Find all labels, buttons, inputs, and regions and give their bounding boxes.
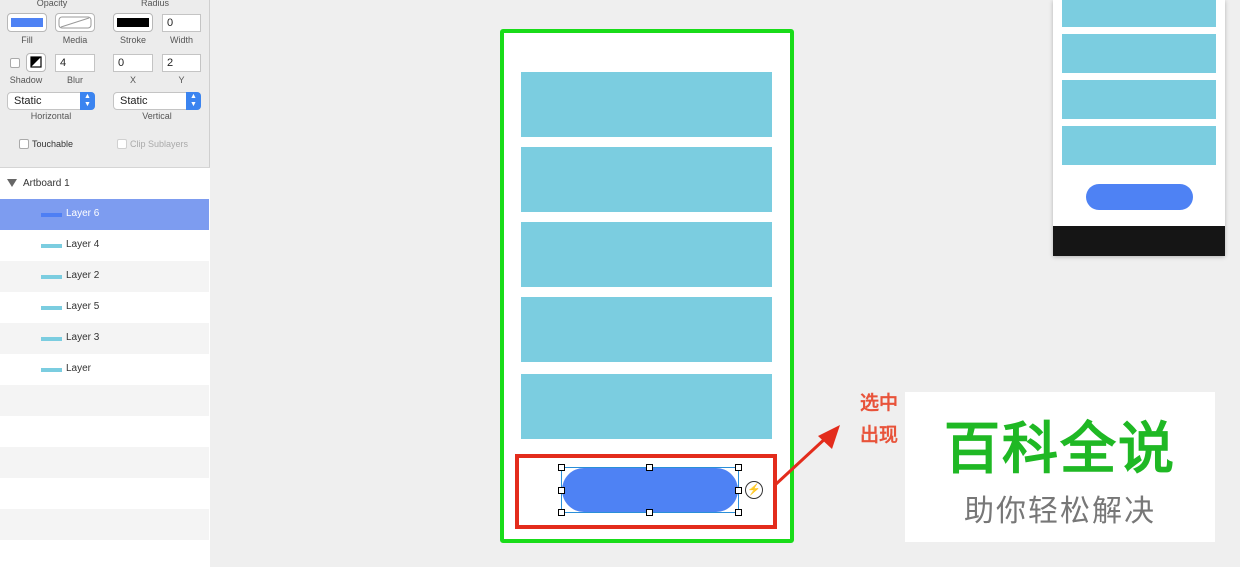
x-label: X [129,75,136,85]
clip-sublayers-label: Clip Sublayers [130,139,189,149]
inspector-panel: Opacity Radius 0 Fill Media Stroke Width… [0,0,210,567]
shadow-label: Shadow [9,75,43,85]
watermark-subtitle: 助你轻松解决 [964,494,1156,529]
shadow-checkbox[interactable] [10,58,20,68]
resize-handle[interactable] [646,464,653,471]
fill-color-icon [11,18,43,27]
empty-row [0,478,209,509]
touchable-label: Touchable [32,139,74,149]
width-label: Width [169,35,193,45]
card-layer[interactable] [521,147,772,212]
layer-shape-icon [41,337,62,341]
layer-label: Layer 4 [66,239,100,250]
blur-label: Blur [66,75,83,85]
watermark-title: 百科全说 [944,417,1176,482]
layer-label: Layer 5 [66,301,100,312]
layer-shape-icon [41,275,62,279]
layer-row[interactable]: Layer 2 [0,261,209,292]
blur-field[interactable]: 4 [55,54,95,72]
annotation-text-line1: 选中 [860,392,899,414]
layer-shape-icon [41,306,62,310]
layer-label: Layer 3 [66,332,100,343]
resize-handle[interactable] [558,509,565,516]
disclosure-triangle-icon[interactable] [7,179,17,187]
resize-handle[interactable] [735,464,742,471]
empty-row [0,509,209,540]
touchable-checkbox[interactable] [19,139,29,149]
layer-shape-icon [41,213,62,217]
card-layer[interactable] [521,374,772,439]
shadow-x-field[interactable]: 0 [113,54,153,72]
horizontal-select-value: Static [14,95,42,107]
layer-row[interactable]: Layer 3 [0,323,209,354]
layer-row[interactable]: Layer 4 [0,230,209,261]
annotation-text-line2: 出现 [860,424,899,446]
resize-handle[interactable] [735,487,742,494]
artboard[interactable]: ⚡ [500,29,794,543]
layer-label: Layer [66,363,92,374]
preview-card [1062,0,1216,27]
resize-handle[interactable] [646,509,653,516]
layer-shape-icon [41,368,62,372]
layer-label: Layer 2 [66,270,100,281]
radius-label: Radius [140,0,169,8]
highlight-box: ⚡ [515,454,777,529]
layer-label: Layer 6 [66,208,100,219]
device-preview [1053,0,1225,256]
empty-row [0,447,209,478]
horizontal-label: Horizontal [30,111,72,121]
layer-shape-icon [41,244,62,248]
layer-list: Artboard 1 Layer 6 Layer 4 Layer 2 Layer… [0,167,210,567]
resize-handle[interactable] [558,464,565,471]
preview-card [1062,80,1216,119]
shadow-color-icon [30,56,42,68]
empty-row [0,385,209,416]
layer-row[interactable]: Layer 5 [0,292,209,323]
fill-swatch[interactable] [7,13,47,32]
layer-row[interactable]: Layer [0,354,209,385]
preview-bottom-bar [1053,226,1225,256]
annotation-arrow-icon [773,425,840,487]
width-field[interactable]: 0 [162,14,201,32]
lightning-icon[interactable]: ⚡ [745,481,763,499]
opacity-label: Opacity [36,0,68,8]
selection-outline [561,467,739,513]
preview-card [1062,34,1216,73]
resize-handle[interactable] [735,509,742,516]
vertical-select[interactable]: Static ▲ ▼ [113,92,201,110]
fill-label: Fill [21,35,33,45]
preview-button [1086,184,1193,210]
select-chevron-icon: ▲ ▼ [80,92,95,110]
stroke-color-icon [117,18,149,27]
empty-row [0,416,209,447]
layer-group-label: Artboard 1 [23,178,70,189]
stroke-swatch[interactable] [113,13,153,32]
clip-sublayers-checkbox[interactable] [117,139,127,149]
layer-row[interactable]: Layer 6 [0,199,209,230]
shadow-color-swatch[interactable] [26,53,46,72]
layer-group-artboard[interactable]: Artboard 1 [0,168,209,199]
stroke-label: Stroke [119,35,146,45]
horizontal-select[interactable]: Static ▲ ▼ [7,92,95,110]
vertical-label: Vertical [142,111,172,121]
select-chevron-icon: ▲ ▼ [186,92,201,110]
vertical-select-value: Static [120,95,148,107]
media-label: Media [62,35,88,45]
card-layer[interactable] [521,222,772,287]
preview-card [1062,126,1216,165]
y-label: Y [178,75,185,85]
watermark-logo: 百科全说 助你轻松解决 [905,392,1215,542]
resize-handle[interactable] [558,487,565,494]
card-layer[interactable] [521,297,772,362]
card-layer[interactable] [521,72,772,137]
media-swatch[interactable] [55,13,95,32]
shadow-y-field[interactable]: 2 [162,54,201,72]
media-slash-icon [58,16,92,29]
